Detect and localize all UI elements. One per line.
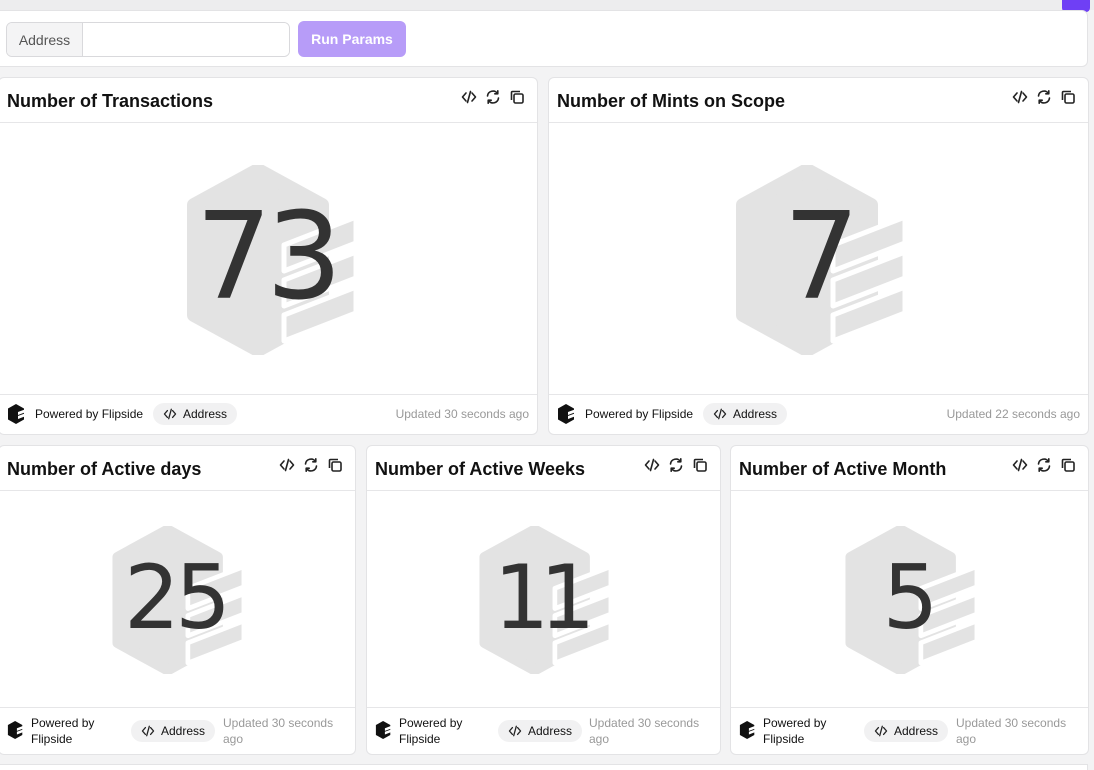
card-number-of-active-weeks: Number of Active Weeks 11 Powered by Fli… xyxy=(366,445,721,755)
card-footer: Powered by Flipside Address Updated 30 s… xyxy=(0,707,355,754)
param-pill-label: Address xyxy=(894,724,939,738)
code-icon xyxy=(141,725,155,737)
param-pill-label: Address xyxy=(183,407,228,421)
card-header: Number of Active Month xyxy=(731,446,1088,491)
updated-time: Updated 22 seconds ago xyxy=(946,407,1080,421)
refresh-icon[interactable] xyxy=(668,457,684,473)
card-number-of-mints-on-scope: Number of Mints on Scope 7 Powered by Fl… xyxy=(548,77,1089,435)
updated-time: Updated 30 seconds ago xyxy=(956,716,1067,746)
powered-by-flipside[interactable]: Powered by Flipside xyxy=(31,715,111,747)
card-body: 73 xyxy=(0,123,537,396)
flipside-logo-icon xyxy=(8,404,26,424)
card-header: Number of Mints on Scope xyxy=(549,78,1088,123)
refresh-icon[interactable] xyxy=(1036,89,1052,105)
top-strip xyxy=(0,0,1094,10)
code-icon xyxy=(163,408,177,420)
updated-time: Updated 30 seconds ago xyxy=(589,716,700,746)
card-body: 25 xyxy=(0,491,355,709)
card-footer: Powered by Flipside Address Updated 30 s… xyxy=(367,707,720,754)
powered-by-flipside[interactable]: Powered by Flipside xyxy=(399,715,479,747)
card-actions xyxy=(644,457,708,473)
param-pill-label: Address xyxy=(161,724,206,738)
card-actions xyxy=(1012,457,1076,473)
code-icon xyxy=(713,408,727,420)
powered-by-flipside[interactable]: Powered by Flipside xyxy=(763,715,843,747)
card-footer: Powered by Flipside Address Updated 30 s… xyxy=(0,394,537,434)
metric-value: 11 xyxy=(493,546,596,649)
param-pill-address[interactable]: Address xyxy=(498,720,583,742)
metric-value: 5 xyxy=(882,546,939,649)
refresh-icon[interactable] xyxy=(1036,457,1052,473)
updated-time: Updated 30 seconds ago xyxy=(395,407,529,421)
flipside-logo-icon xyxy=(375,721,393,739)
powered-by-flipside[interactable]: Powered by Flipside xyxy=(35,406,143,422)
code-icon xyxy=(874,725,888,737)
address-param-label: Address xyxy=(7,23,83,56)
card-actions xyxy=(1012,89,1076,105)
flipside-logo-icon xyxy=(739,721,757,739)
card-title: Number of Mints on Scope xyxy=(557,91,786,111)
metric-value: 7 xyxy=(783,187,859,327)
card-title: Number of Transactions xyxy=(7,91,214,111)
code-icon xyxy=(508,725,522,737)
param-pill-address[interactable]: Address xyxy=(153,403,238,425)
copy-icon[interactable] xyxy=(509,89,525,105)
card-title: Number of Active Weeks xyxy=(375,459,586,479)
updated-time: Updated 30 seconds ago xyxy=(223,716,334,746)
address-input[interactable] xyxy=(83,23,289,56)
card-actions xyxy=(461,89,525,105)
refresh-icon[interactable] xyxy=(485,89,501,105)
code-icon[interactable] xyxy=(1012,89,1028,105)
copy-icon[interactable] xyxy=(692,457,708,473)
code-icon[interactable] xyxy=(279,457,295,473)
copy-icon[interactable] xyxy=(1060,89,1076,105)
address-param-group: Address xyxy=(6,22,290,57)
param-pill-address[interactable]: Address xyxy=(864,720,949,742)
run-params-button[interactable]: Run Params xyxy=(298,21,406,57)
copy-icon[interactable] xyxy=(1060,457,1076,473)
param-pill-address[interactable]: Address xyxy=(703,403,788,425)
metric-value: 73 xyxy=(195,187,343,327)
card-footer: Powered by Flipside Address Updated 22 s… xyxy=(549,394,1088,434)
flipside-logo-icon xyxy=(7,721,25,739)
card-footer: Powered by Flipside Address Updated 30 s… xyxy=(731,707,1088,754)
powered-by-flipside[interactable]: Powered by Flipside xyxy=(585,406,693,422)
card-header: Number of Transactions xyxy=(0,78,537,123)
next-row-card-edge xyxy=(0,764,1088,770)
refresh-icon[interactable] xyxy=(303,457,319,473)
card-actions xyxy=(279,457,343,473)
parameter-bar: Address Run Params xyxy=(0,10,1088,67)
card-body: 7 xyxy=(549,123,1088,396)
card-number-of-transactions: Number of Transactions 73 Powered by Fli… xyxy=(0,77,538,435)
card-header: Number of Active days xyxy=(0,446,355,491)
card-number-of-active-month: Number of Active Month 5 Powered by Flip… xyxy=(730,445,1089,755)
metric-value: 25 xyxy=(124,546,231,649)
code-icon[interactable] xyxy=(644,457,660,473)
card-number-of-active-days: Number of Active days 25 Powered by Flip… xyxy=(0,445,356,755)
card-body: 11 xyxy=(367,491,720,709)
card-title: Number of Active days xyxy=(7,459,202,479)
flipside-logo-icon xyxy=(558,404,576,424)
param-pill-label: Address xyxy=(528,724,573,738)
param-pill-label: Address xyxy=(733,407,778,421)
code-icon[interactable] xyxy=(461,89,477,105)
param-pill-address[interactable]: Address xyxy=(131,720,216,742)
card-header: Number of Active Weeks xyxy=(367,446,720,491)
code-icon[interactable] xyxy=(1012,457,1028,473)
copy-icon[interactable] xyxy=(327,457,343,473)
card-body: 5 xyxy=(731,491,1088,709)
card-title: Number of Active Month xyxy=(739,459,947,479)
